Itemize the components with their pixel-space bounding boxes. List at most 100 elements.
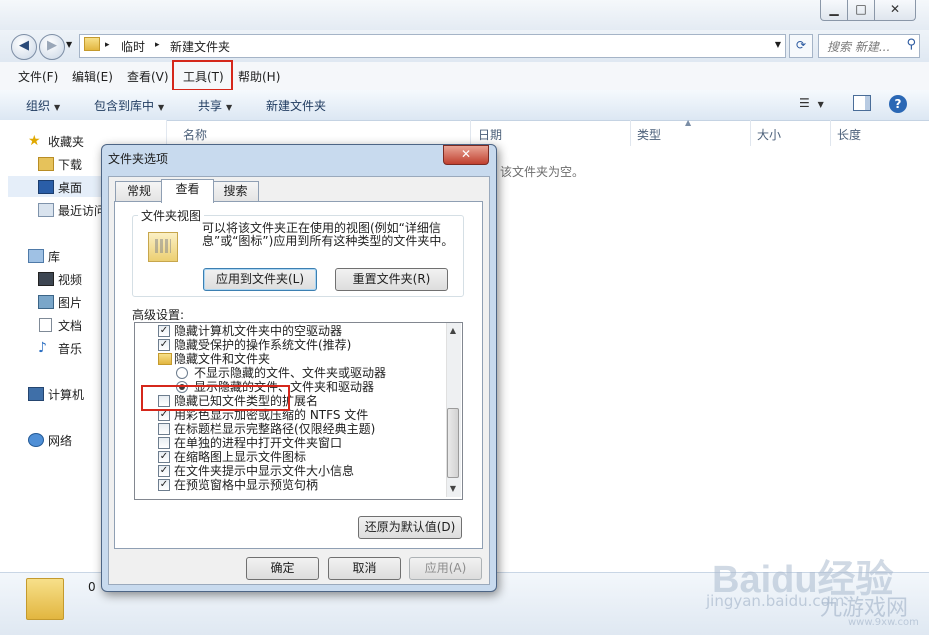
menu-view[interactable]: 查看(V) (127, 68, 169, 85)
checkbox[interactable]: ✓ (158, 451, 170, 463)
apply-button[interactable]: 应用(A) (409, 557, 482, 580)
search-placeholder: 搜索 新建... (827, 40, 891, 54)
nav-downloads[interactable]: 下载 (58, 156, 82, 173)
apply-to-folders-button[interactable]: 应用到文件夹(L) (203, 268, 317, 291)
column-size[interactable]: 大小 (757, 126, 781, 143)
recent-pages-dropdown[interactable]: ▼ (66, 40, 72, 49)
desktop-icon (38, 180, 54, 194)
network-icon (28, 433, 44, 447)
breadcrumb-temp[interactable]: 临时 (121, 38, 145, 55)
nav-videos[interactable]: 视频 (58, 271, 82, 288)
scroll-up-arrow-icon[interactable]: ▲ (446, 323, 460, 339)
empty-folder-message: 该文件夹为空。 (500, 165, 585, 179)
setting-label: 不显示隐藏的文件、文件夹或驱动器 (194, 366, 387, 380)
column-separator (750, 120, 751, 146)
videos-icon (38, 272, 54, 286)
checkbox[interactable]: ✓ (158, 465, 170, 477)
sort-arrow-icon: ▲ (685, 118, 692, 127)
breadcrumb-separator: ▸ (105, 40, 110, 50)
preview-pane-icon[interactable] (853, 95, 871, 111)
downloads-icon (38, 157, 54, 171)
address-bar[interactable]: ▸ 临时 ▸ 新建文件夹 ▼ (79, 34, 786, 58)
recent-places-icon (38, 203, 54, 217)
column-date[interactable]: 日期 (478, 126, 502, 143)
setting-label: 隐藏计算机文件夹中的空驱动器 (174, 324, 343, 338)
minimize-button[interactable]: ▁ (820, 0, 848, 21)
maximize-button[interactable]: □ (847, 0, 875, 21)
watermark-site: www.9xw.com (848, 617, 919, 628)
setting-label: 隐藏文件和文件夹 (174, 352, 271, 366)
nav-desktop[interactable]: 桌面 (58, 179, 82, 196)
setting-label: 在标题栏显示完整路径(仅限经典主题) (174, 422, 376, 436)
back-button[interactable]: ◀ (11, 34, 37, 60)
checkbox[interactable]: ✓ (158, 325, 170, 337)
nav-recent-places[interactable]: 最近访问 (58, 202, 106, 219)
nav-computer[interactable]: 计算机 (48, 386, 84, 403)
star-icon: ★ (28, 133, 41, 149)
tab-general[interactable]: 常规 (115, 181, 163, 202)
setting-label: 在文件夹提示中显示文件大小信息 (174, 464, 355, 478)
folder-icon (84, 37, 100, 51)
reset-folders-button[interactable]: 重置文件夹(R) (335, 268, 448, 291)
column-length[interactable]: 长度 (837, 126, 861, 143)
annotation-highlight-extensions (141, 385, 290, 411)
new-folder-button[interactable]: 新建文件夹 (266, 97, 326, 114)
libraries-icon (28, 249, 44, 263)
annotation-highlight-tools (172, 60, 233, 91)
breadcrumb-new-folder[interactable]: 新建文件夹 (170, 38, 230, 55)
tab-search[interactable]: 搜索 (212, 181, 259, 202)
refresh-button[interactable]: ⟳ (789, 34, 813, 58)
share-button[interactable]: 共享 ▼ (198, 97, 232, 114)
search-input[interactable]: 搜索 新建... ⚲ (818, 34, 920, 58)
music-icon: ♪ (38, 340, 47, 356)
radio-button[interactable] (176, 367, 188, 379)
checkbox[interactable] (158, 423, 170, 435)
nav-documents[interactable]: 文档 (58, 317, 82, 334)
checkbox[interactable] (158, 437, 170, 449)
setting-label: 在预览窗格中显示预览句柄 (174, 478, 319, 492)
scroll-thumb[interactable] (447, 408, 459, 478)
dialog-title: 文件夹选项 (108, 152, 169, 166)
breadcrumb-separator: ▸ (155, 40, 160, 50)
title-bar (0, 0, 929, 30)
include-in-library-button[interactable]: 包含到库中 ▼ (94, 97, 164, 114)
pictures-icon (38, 295, 54, 309)
ok-button[interactable]: 确定 (246, 557, 319, 580)
address-dropdown[interactable]: ▼ (775, 40, 781, 49)
nav-pictures[interactable]: 图片 (58, 294, 82, 311)
help-icon[interactable]: ? (889, 95, 907, 113)
nav-network[interactable]: 网络 (48, 432, 72, 449)
column-separator (630, 120, 631, 146)
item-count: 0 (88, 580, 96, 594)
checkbox[interactable]: ✓ (158, 339, 170, 351)
folder-view-icon (148, 232, 178, 262)
close-button[interactable]: ✕ (874, 0, 916, 21)
change-view-icon[interactable]: ☰ ▼ (799, 96, 824, 110)
nav-favorites[interactable]: 收藏夹 (48, 133, 84, 150)
nav-libraries[interactable]: 库 (48, 248, 60, 265)
advanced-settings-label: 高级设置: (132, 308, 185, 322)
tab-view[interactable]: 查看 (161, 179, 214, 203)
menu-help[interactable]: 帮助(H) (238, 68, 280, 85)
forward-button[interactable]: ▶ (39, 34, 65, 60)
menu-file[interactable]: 文件(F) (18, 68, 58, 85)
column-name[interactable]: 名称 (183, 126, 207, 143)
restore-defaults-button[interactable]: 还原为默认值(D) (358, 516, 462, 539)
folder-views-label: 文件夹视图 (138, 207, 205, 224)
documents-icon (39, 318, 52, 332)
folder-icon (26, 578, 64, 620)
column-type[interactable]: 类型 (637, 126, 661, 143)
column-separator (470, 120, 471, 146)
setting-label: 在缩略图上显示文件图标 (174, 450, 307, 464)
folder-icon (158, 353, 172, 365)
computer-icon (28, 387, 44, 401)
search-icon[interactable]: ⚲ (906, 37, 916, 52)
scroll-down-arrow-icon[interactable]: ▼ (446, 481, 460, 497)
checkbox[interactable]: ✓ (158, 479, 170, 491)
cancel-button[interactable]: 取消 (328, 557, 401, 580)
nav-music[interactable]: 音乐 (58, 340, 82, 357)
folder-views-description: 可以将该文件夹正在使用的视图(例如“详细信息”或“图标”)应用到所有这种类型的文… (202, 221, 454, 248)
menu-edit[interactable]: 编辑(E) (72, 68, 113, 85)
dialog-close-button[interactable]: ✕ (443, 145, 489, 165)
organize-button[interactable]: 组织 ▼ (26, 97, 60, 114)
